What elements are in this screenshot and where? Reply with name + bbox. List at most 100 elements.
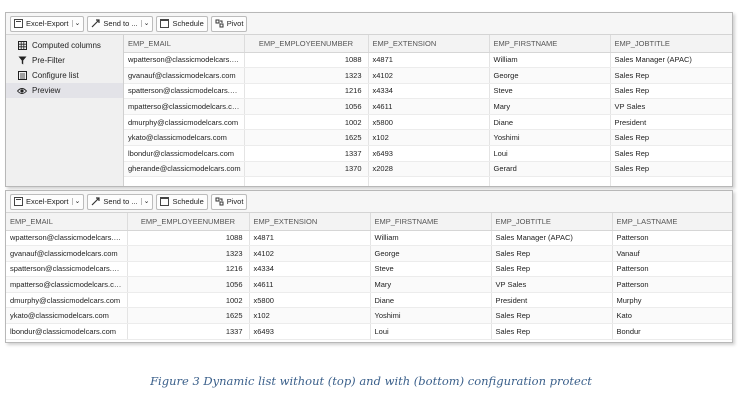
column-header-extension[interactable]: EMP_EXTENSION — [368, 35, 490, 53]
send-to-button[interactable]: Send to ... ⌄ — [87, 15, 154, 32]
cell-employeenumber: 1323 — [127, 245, 250, 262]
chevron-down-icon[interactable]: ⌄ — [140, 198, 149, 205]
cell-extension: x4871 — [368, 52, 490, 69]
sidebar-item-preview[interactable]: Preview — [6, 83, 123, 98]
table-row[interactable]: wpatterson@classicmodelcars.… 1088 x4871… — [6, 230, 732, 247]
table-row[interactable] — [124, 176, 732, 186]
cell-jobtitle: President — [491, 292, 613, 309]
sidebar-item-label: Pre-Filter — [32, 56, 65, 65]
table-row[interactable]: mpatterso@classicmodelcars.c… 1056 x4611… — [6, 276, 732, 293]
excel-export-button[interactable]: Excel-Export ⌄ — [10, 15, 85, 32]
top-data-grid: EMP_EMAIL EMP_EMPLOYEENUMBER EMP_EXTENSI… — [124, 35, 732, 186]
table-row[interactable]: mpatterso@classicmodelcars.c… 1056 x4611… — [124, 98, 732, 115]
excel-export-label: Excel-Export — [26, 197, 69, 206]
eye-icon — [17, 86, 27, 96]
table-row[interactable]: dmurphy@classicmodelcars.com 1002 x5800 … — [6, 292, 732, 309]
cell-email: dmurphy@classicmodelcars.com — [124, 114, 245, 131]
cell-jobtitle — [610, 176, 732, 186]
column-header-email[interactable]: EMP_EMAIL — [6, 213, 128, 231]
table-row[interactable]: lbondur@classicmodelcars.com 1337 x6493 … — [6, 323, 732, 340]
cell-employeenumber: 1216 — [244, 83, 369, 100]
schedule-button[interactable]: Schedule — [156, 193, 208, 210]
pivot-label: Pivot — [226, 19, 244, 28]
cell-email: wpatterson@classicmodelcars.… — [124, 52, 245, 69]
schedule-label: Schedule — [172, 19, 204, 28]
column-header-extension[interactable]: EMP_EXTENSION — [249, 213, 371, 231]
cell-email — [124, 176, 245, 186]
table-row[interactable]: spatterson@classicmodelcars.… 1216 x4334… — [124, 83, 732, 100]
cell-extension: x4871 — [249, 230, 371, 247]
cell-lastname: Patterson — [612, 261, 732, 278]
excel-icon — [14, 19, 23, 28]
column-header-email[interactable]: EMP_EMAIL — [124, 35, 245, 53]
table-row[interactable]: dmurphy@classicmodelcars.com 1002 x5800 … — [124, 114, 732, 131]
share-icon — [91, 197, 100, 206]
schedule-button[interactable]: Schedule — [156, 15, 208, 32]
cell-extension: x4611 — [368, 98, 490, 115]
cell-email: ykato@classicmodelcars.com — [124, 129, 245, 147]
cell-extension: x5800 — [368, 114, 490, 131]
sidebar-item-configure-list[interactable]: Configure list — [6, 68, 123, 83]
cell-jobtitle: Sales Rep — [491, 323, 613, 340]
table-row[interactable]: gvanauf@classicmodelcars.com 1323 x4102 … — [6, 245, 732, 262]
column-header-employeenumber[interactable]: EMP_EMPLOYEENUMBER — [127, 213, 250, 231]
cell-employeenumber: 1216 — [127, 261, 250, 278]
sidebar-item-label: Computed columns — [32, 41, 101, 50]
sidebar-item-label: Configure list — [32, 71, 79, 80]
cell-email: mpatterso@classicmodelcars.c… — [124, 98, 245, 115]
cell-extension: x102 — [249, 307, 371, 325]
table-row[interactable]: gvanauf@classicmodelcars.com 1323 x4102 … — [124, 67, 732, 84]
table-row[interactable]: ykato@classicmodelcars.com 1625 x102 Yos… — [124, 129, 732, 147]
cell-lastname: Bondur — [612, 323, 732, 340]
cell-jobtitle: VP Sales — [491, 276, 613, 293]
bottom-data-grid: EMP_EMAIL EMP_EMPLOYEENUMBER EMP_EXTENSI… — [6, 213, 732, 340]
cell-firstname: Mary — [370, 276, 492, 293]
cell-employeenumber: 1323 — [244, 67, 369, 84]
cell-employeenumber — [244, 176, 369, 186]
cell-employeenumber: 1625 — [244, 129, 369, 147]
pivot-button[interactable]: Pivot — [210, 15, 248, 32]
sidebar-item-pre-filter[interactable]: Pre-Filter — [6, 53, 123, 68]
figure-caption: Figure 3 Dynamic list without (top) and … — [150, 374, 592, 388]
table-row[interactable]: spatterson@classicmodelcars.… 1216 x4334… — [6, 261, 732, 278]
chevron-down-icon[interactable]: ⌄ — [71, 198, 80, 205]
list-icon — [17, 71, 27, 81]
column-header-firstname[interactable]: EMP_FIRSTNAME — [489, 35, 611, 53]
table-row[interactable]: gherande@classicmodelcars.com 1370 x2028… — [124, 161, 732, 178]
column-header-jobtitle[interactable]: EMP_JOBTITLE — [491, 213, 613, 231]
cell-firstname: George — [370, 245, 492, 262]
sidebar-item-computed-columns[interactable]: Computed columns — [6, 38, 123, 53]
cell-lastname: Murphy — [612, 292, 732, 309]
cell-email: lbondur@classicmodelcars.com — [6, 323, 128, 340]
cell-email: dmurphy@classicmodelcars.com — [6, 292, 128, 309]
table-row[interactable]: lbondur@classicmodelcars.com 1337 x6493 … — [124, 145, 732, 162]
table-row[interactable]: ykato@classicmodelcars.com 1625 x102 Yos… — [6, 307, 732, 325]
send-to-button[interactable]: Send to ... ⌄ — [87, 193, 154, 210]
cell-extension: x6493 — [368, 145, 490, 162]
cell-firstname: Diane — [489, 114, 611, 131]
calendar-icon — [160, 197, 170, 206]
cell-extension: x4334 — [368, 83, 490, 100]
pivot-button[interactable]: Pivot — [210, 193, 248, 210]
cell-jobtitle: Sales Rep — [610, 83, 732, 100]
cell-firstname: Loui — [370, 323, 492, 340]
column-header-employeenumber[interactable]: EMP_EMPLOYEENUMBER — [244, 35, 369, 53]
bottom-toolbar: Excel-Export ⌄ Send to ... ⌄ Schedule Pi… — [6, 191, 732, 213]
cell-lastname: Patterson — [612, 276, 732, 293]
top-toolbar: Excel-Export ⌄ Send to ... ⌄ Schedule Pi… — [6, 13, 732, 35]
sidebar-item-label: Preview — [32, 86, 61, 95]
column-header-firstname[interactable]: EMP_FIRSTNAME — [370, 213, 492, 231]
send-to-label: Send to ... — [103, 197, 138, 206]
chevron-down-icon[interactable]: ⌄ — [71, 20, 80, 27]
column-header-jobtitle[interactable]: EMP_JOBTITLE — [610, 35, 732, 53]
cell-firstname: William — [489, 52, 611, 69]
excel-icon — [14, 197, 23, 206]
cell-lastname: Vanauf — [612, 245, 732, 262]
column-header-lastname[interactable]: EMP_LASTNAME — [612, 213, 732, 231]
excel-export-button[interactable]: Excel-Export ⌄ — [10, 193, 85, 210]
cell-employeenumber: 1370 — [244, 161, 369, 178]
table-row[interactable]: wpatterson@classicmodelcars.… 1088 x4871… — [124, 52, 732, 69]
chevron-down-icon[interactable]: ⌄ — [140, 20, 149, 27]
cell-jobtitle: Sales Rep — [610, 67, 732, 84]
cell-extension: x5800 — [249, 292, 371, 309]
